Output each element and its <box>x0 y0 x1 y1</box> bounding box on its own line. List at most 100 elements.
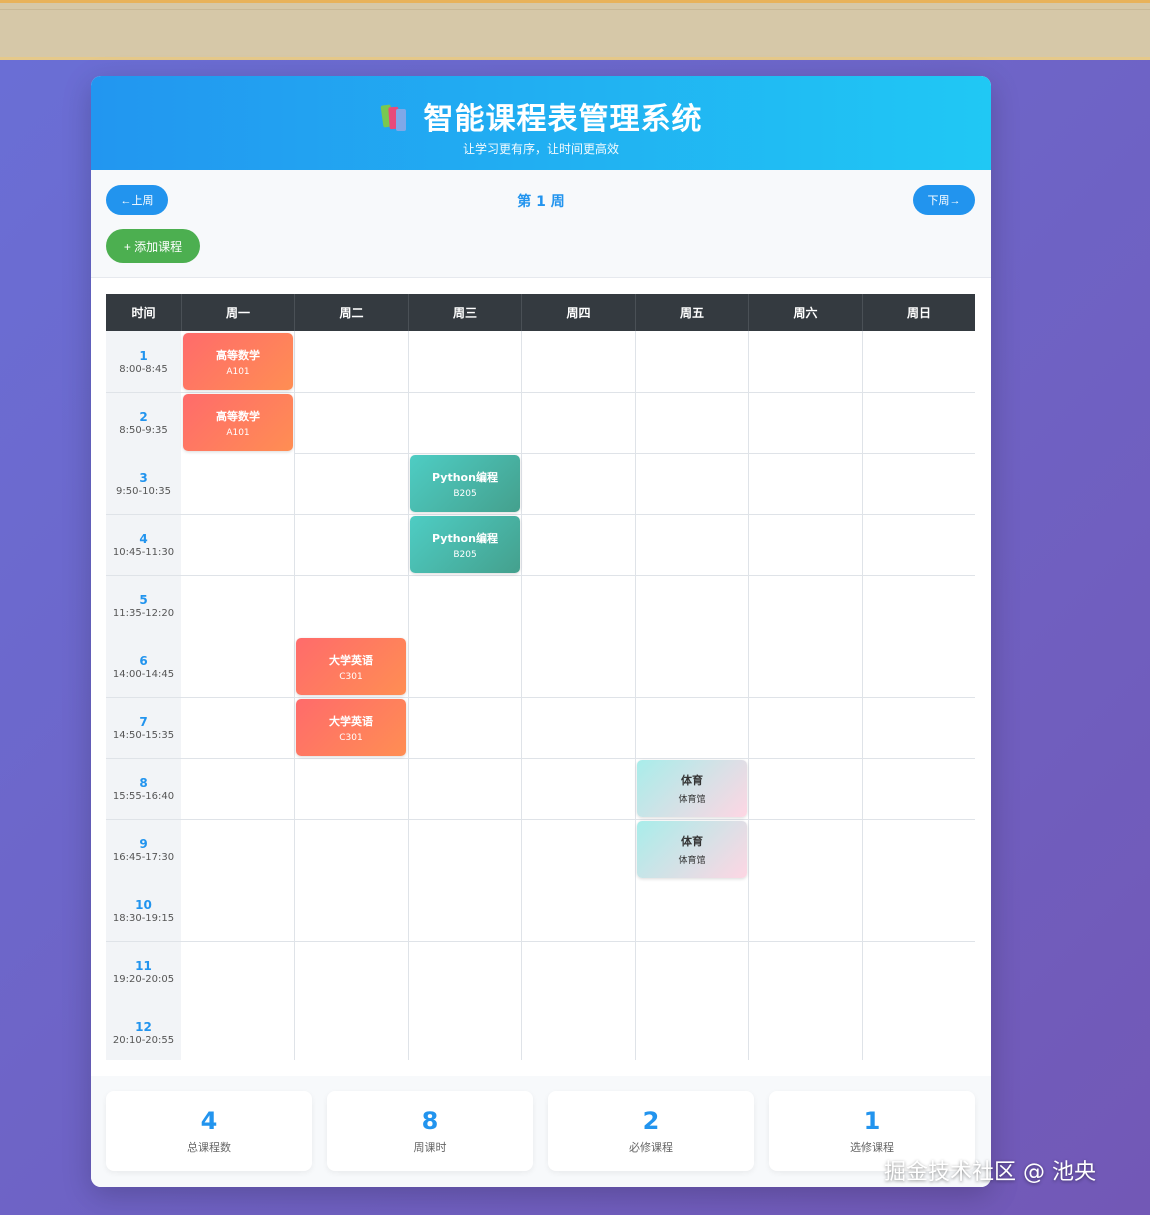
course-card[interactable]: 体育 体育馆 <box>637 760 747 817</box>
period-number: 7 <box>139 714 148 729</box>
course-name: 大学英语 <box>329 714 373 728</box>
app-card: 智能课程表管理系统 让学习更有序，让时间更高效 ←上周 第 1 周 下周→ + … <box>91 76 991 1187</box>
course-name: 大学英语 <box>329 653 373 667</box>
timetable: 时间 周一 周二 周三 周四 周五 周六 周日 1 8:00-8:45 2 8:50-9:35 3 9:… <box>106 294 975 1060</box>
week-controls <box>91 170 991 278</box>
stats-panel: 4 总课程数 8 周课时 2 必修课程 1 选修课程 <box>91 1076 991 1187</box>
course-card[interactable]: Python编程 B205 <box>410 455 520 512</box>
period-time-range: 20:10-20:55 <box>112 1034 175 1046</box>
course-card[interactable]: Python编程 B205 <box>410 516 520 573</box>
grid-line <box>106 575 975 576</box>
course-card[interactable]: 体育 体育馆 <box>637 821 747 878</box>
period-number: 5 <box>139 592 148 607</box>
books-icon <box>380 101 410 131</box>
stat-card: 4 总课程数 <box>106 1091 312 1171</box>
course-room: A101 <box>226 366 250 377</box>
column-header-day: 周五 <box>635 294 748 331</box>
course-room: 体育馆 <box>678 795 706 805</box>
course-card[interactable]: 高等数学 A101 <box>183 333 293 390</box>
grid-line <box>106 941 975 942</box>
page-subtitle: 让学习更有序，让时间更高效 <box>462 142 619 156</box>
course-room: C301 <box>339 732 363 743</box>
period-cell: 7 14:50-15:35 <box>106 697 181 758</box>
grid-line <box>862 331 863 1060</box>
grid-line <box>748 331 749 1060</box>
course-name: Python编程 <box>432 531 498 545</box>
course-room: B205 <box>453 488 477 499</box>
stat-label: 必修课程 <box>629 1141 673 1154</box>
course-room: A101 <box>226 427 250 438</box>
grid-line <box>521 331 522 1060</box>
column-header-time: 时间 <box>131 306 156 320</box>
period-cell: 1 8:00-8:45 <box>106 331 181 392</box>
period-number: 2 <box>139 409 148 424</box>
grid-line <box>106 514 975 515</box>
grid-line <box>106 758 975 759</box>
app-header: 智能课程表管理系统 让学习更有序，让时间更高效 <box>91 76 991 170</box>
stat-card: 8 周课时 <box>327 1091 533 1171</box>
period-time-range: 10:45-11:30 <box>112 546 175 558</box>
column-header-day: 周一 <box>181 294 294 331</box>
browser-top-bar <box>0 0 1150 60</box>
stat-card: 2 必修课程 <box>548 1091 754 1171</box>
course-room: C301 <box>339 671 363 682</box>
period-time-range: 15:55-16:40 <box>112 790 175 802</box>
period-cell: 2 8:50-9:35 <box>106 392 181 453</box>
add-course-button[interactable]: + 添加课程 <box>106 229 200 263</box>
period-number: 9 <box>139 836 148 851</box>
period-number: 4 <box>139 531 148 546</box>
period-cell: 11 19:20-20:05 <box>106 941 181 1002</box>
period-number: 12 <box>135 1019 152 1034</box>
course-name: 高等数学 <box>216 409 260 423</box>
period-time-range: 16:45-17:30 <box>112 851 175 863</box>
timetable-header: 时间 周一 周二 周三 周四 周五 周六 周日 <box>106 294 975 331</box>
course-name: 体育 <box>681 835 703 848</box>
period-cell: 9 16:45-17:30 <box>106 819 181 880</box>
period-number: 1 <box>139 348 148 363</box>
column-header-day: 周六 <box>748 294 862 331</box>
period-cell: 3 9:50-10:35 <box>106 453 181 514</box>
period-number: 10 <box>135 897 152 912</box>
period-cell: 5 11:35-12:20 <box>106 575 181 636</box>
grid-line <box>294 331 295 1060</box>
course-card[interactable]: 大学英语 C301 <box>296 699 406 756</box>
course-name: 体育 <box>681 774 703 787</box>
stat-label: 总课程数 <box>187 1141 231 1154</box>
watermark: 掘金技术社区 @ 池央 <box>884 1160 1096 1185</box>
column-header-day: 周三 <box>408 294 521 331</box>
grid-line <box>106 697 975 698</box>
period-number: 8 <box>139 775 148 790</box>
stat-value: 4 <box>200 1107 218 1135</box>
period-number: 11 <box>135 958 152 973</box>
period-cell: 10 18:30-19:15 <box>106 880 181 941</box>
course-card[interactable]: 高等数学 A101 <box>183 394 293 451</box>
period-cell: 4 10:45-11:30 <box>106 514 181 575</box>
timetable-body: 1 8:00-8:45 2 8:50-9:35 3 9:50-10:35 4 10:45-11… <box>106 331 975 1060</box>
page-title: 智能课程表管理系统 <box>423 102 703 137</box>
course-card[interactable]: 大学英语 C301 <box>296 638 406 695</box>
period-time-range: 11:35-12:20 <box>112 607 175 619</box>
stat-value: 8 <box>421 1107 439 1135</box>
period-cell: 12 20:10-20:55 <box>106 1002 181 1060</box>
stat-value: 2 <box>642 1107 660 1135</box>
period-time-range: 8:50-9:35 <box>119 424 168 436</box>
course-name: 高等数学 <box>216 348 260 362</box>
column-header-day: 周四 <box>521 294 635 331</box>
period-number: 6 <box>139 653 148 668</box>
period-time-range: 8:00-8:45 <box>119 363 168 375</box>
period-cell: 8 15:55-16:40 <box>106 758 181 819</box>
grid-line <box>106 392 975 393</box>
course-room: 体育馆 <box>678 856 706 866</box>
course-name: Python编程 <box>432 470 498 484</box>
next-week-button[interactable]: 下周→ <box>913 185 975 215</box>
period-time-range: 18:30-19:15 <box>112 912 175 924</box>
period-time-range: 19:20-20:05 <box>112 973 175 985</box>
grid-line <box>106 819 975 820</box>
grid-line <box>408 331 409 1060</box>
period-cell: 6 14:00-14:45 <box>106 636 181 697</box>
period-time-range: 14:50-15:35 <box>112 729 175 741</box>
course-room: B205 <box>453 549 477 560</box>
stat-label: 周课时 <box>413 1141 447 1154</box>
stat-label: 选修课程 <box>850 1141 894 1154</box>
period-number: 3 <box>139 470 148 485</box>
